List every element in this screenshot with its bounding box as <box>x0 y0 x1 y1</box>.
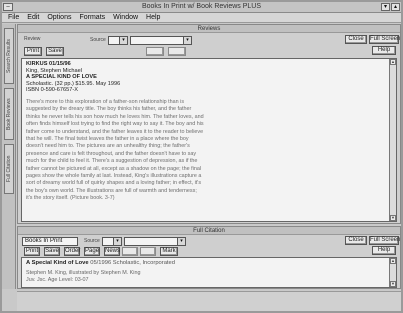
scroll-up-icon[interactable]: ▲ <box>390 258 396 264</box>
citation-print-button[interactable]: Print <box>24 247 40 256</box>
next-citation-button[interactable] <box>140 247 156 256</box>
menu-formats[interactable]: Formats <box>79 13 105 22</box>
chevron-down-icon[interactable]: ▾ <box>177 238 185 245</box>
menu-file[interactable]: File <box>8 13 19 22</box>
review-title: A SPECIAL KIND OF LOVE <box>26 74 97 81</box>
window-controls: ▾ ▴ <box>381 3 400 11</box>
menu-options[interactable]: Options <box>47 13 71 22</box>
citation-source-label: Source <box>84 238 100 244</box>
prev-citation-button[interactable] <box>122 247 138 256</box>
app-window: – Books In Print w/ Book Reviews PLUS ▾ … <box>0 0 403 313</box>
full-citation-panel-title: Full Citation <box>18 227 400 235</box>
menu-edit[interactable]: Edit <box>27 13 39 22</box>
review-text-area[interactable]: KIRKUS 01/15/96 King, Stephen Michael A … <box>21 58 397 222</box>
citation-source-select[interactable]: ▾ <box>124 237 186 246</box>
sidebar-tab-full-citation[interactable]: Full Citation <box>4 144 14 194</box>
menu-window[interactable]: Window <box>113 13 138 22</box>
citation-full-screen-button[interactable]: Full Screen <box>369 236 400 245</box>
order-button[interactable]: Order <box>64 247 80 256</box>
citation-number-field[interactable]: ▾ <box>102 237 122 246</box>
citation-record-title: A Special Kind of Love <box>26 260 89 266</box>
review-publisher: Scholastic. (32 pp.) $15.95. May 1996 <box>26 80 121 87</box>
sidebar-tab-book-reviews[interactable]: Book Reviews <box>4 88 14 140</box>
chevron-down-icon[interactable]: ▾ <box>119 37 127 44</box>
status-area <box>17 291 401 311</box>
maximize-icon[interactable]: ▴ <box>391 3 400 11</box>
citation-record-author: Stephen M. King, illustrated by Stephen … <box>26 270 141 276</box>
prev-review-button[interactable] <box>146 47 164 56</box>
reviews-panel-title: Reviews <box>18 25 400 33</box>
citation-text-area[interactable]: A Special Kind of Love 05/1996 Scholasti… <box>21 257 397 288</box>
scroll-down-icon[interactable]: ▼ <box>390 215 396 221</box>
print-button[interactable]: Print <box>24 47 42 56</box>
citation-record-line: A Special Kind of Love 05/1996 Scholasti… <box>26 260 392 267</box>
news-button[interactable]: News <box>104 247 120 256</box>
full-screen-button[interactable]: Full Screen <box>369 35 400 44</box>
review-source-date: KIRKUS 01/15/96 <box>26 61 71 67</box>
review-author: King, Stephen Michael <box>26 67 82 74</box>
sidebar: Search Results Book Reviews Full Citatio… <box>2 24 16 289</box>
database-select[interactable]: Books In Print <box>22 237 78 246</box>
menu-help[interactable]: Help <box>146 13 160 22</box>
source-label: Source <box>90 37 106 43</box>
minimize-icon[interactable]: ▾ <box>381 3 390 11</box>
review-scrollbar[interactable]: ▲ ▼ <box>389 59 396 221</box>
review-citation: KIRKUS 01/15/96 King, Stephen Michael A … <box>26 61 392 94</box>
chevron-down-icon[interactable]: ▾ <box>183 37 191 44</box>
full-citation-panel: Full Citation Books In Print Source ▾ ▾ … <box>17 226 401 289</box>
chevron-down-icon[interactable]: ▾ <box>113 238 121 245</box>
citation-record-meta: Juv. Jsc. Age Level: 03-07 <box>26 277 89 284</box>
review-body-text: There's more to this exploration of a fa… <box>26 98 204 202</box>
review-isbn: ISBN 0-590-67657-X <box>26 87 78 94</box>
next-review-button[interactable] <box>168 47 186 56</box>
window-title: Books In Print w/ Book Reviews PLUS <box>141 3 262 10</box>
citation-save-button[interactable]: Save <box>44 247 60 256</box>
review-label: Review <box>24 36 41 42</box>
citation-help-button[interactable]: Help <box>372 246 396 255</box>
title-bar[interactable]: – Books In Print w/ Book Reviews PLUS ▾ … <box>2 2 401 13</box>
scroll-up-icon[interactable]: ▲ <box>390 59 396 65</box>
citation-record-rest: 05/1996 Scholastic, Incorporated <box>90 260 175 266</box>
help-button[interactable]: Help <box>372 46 396 55</box>
sidebar-tab-search-results[interactable]: Search Results <box>4 28 14 84</box>
save-button[interactable]: Save <box>46 47 64 56</box>
scroll-down-icon[interactable]: ▼ <box>390 281 396 287</box>
source-select[interactable]: ▾ <box>130 36 192 45</box>
citation-close-button[interactable]: Close <box>345 236 367 245</box>
page-button[interactable]: Page <box>84 247 100 256</box>
citation-scrollbar[interactable]: ▲ ▼ <box>389 258 396 287</box>
close-button[interactable]: Close <box>345 35 367 44</box>
reviews-panel: Reviews Review Source ▾ ▾ Print Save Clo… <box>17 24 401 224</box>
mark-button[interactable]: Mark <box>160 247 178 256</box>
review-number-field[interactable]: ▾ <box>108 36 128 45</box>
menu-bar: File Edit Options Formats Window Help <box>2 13 401 23</box>
